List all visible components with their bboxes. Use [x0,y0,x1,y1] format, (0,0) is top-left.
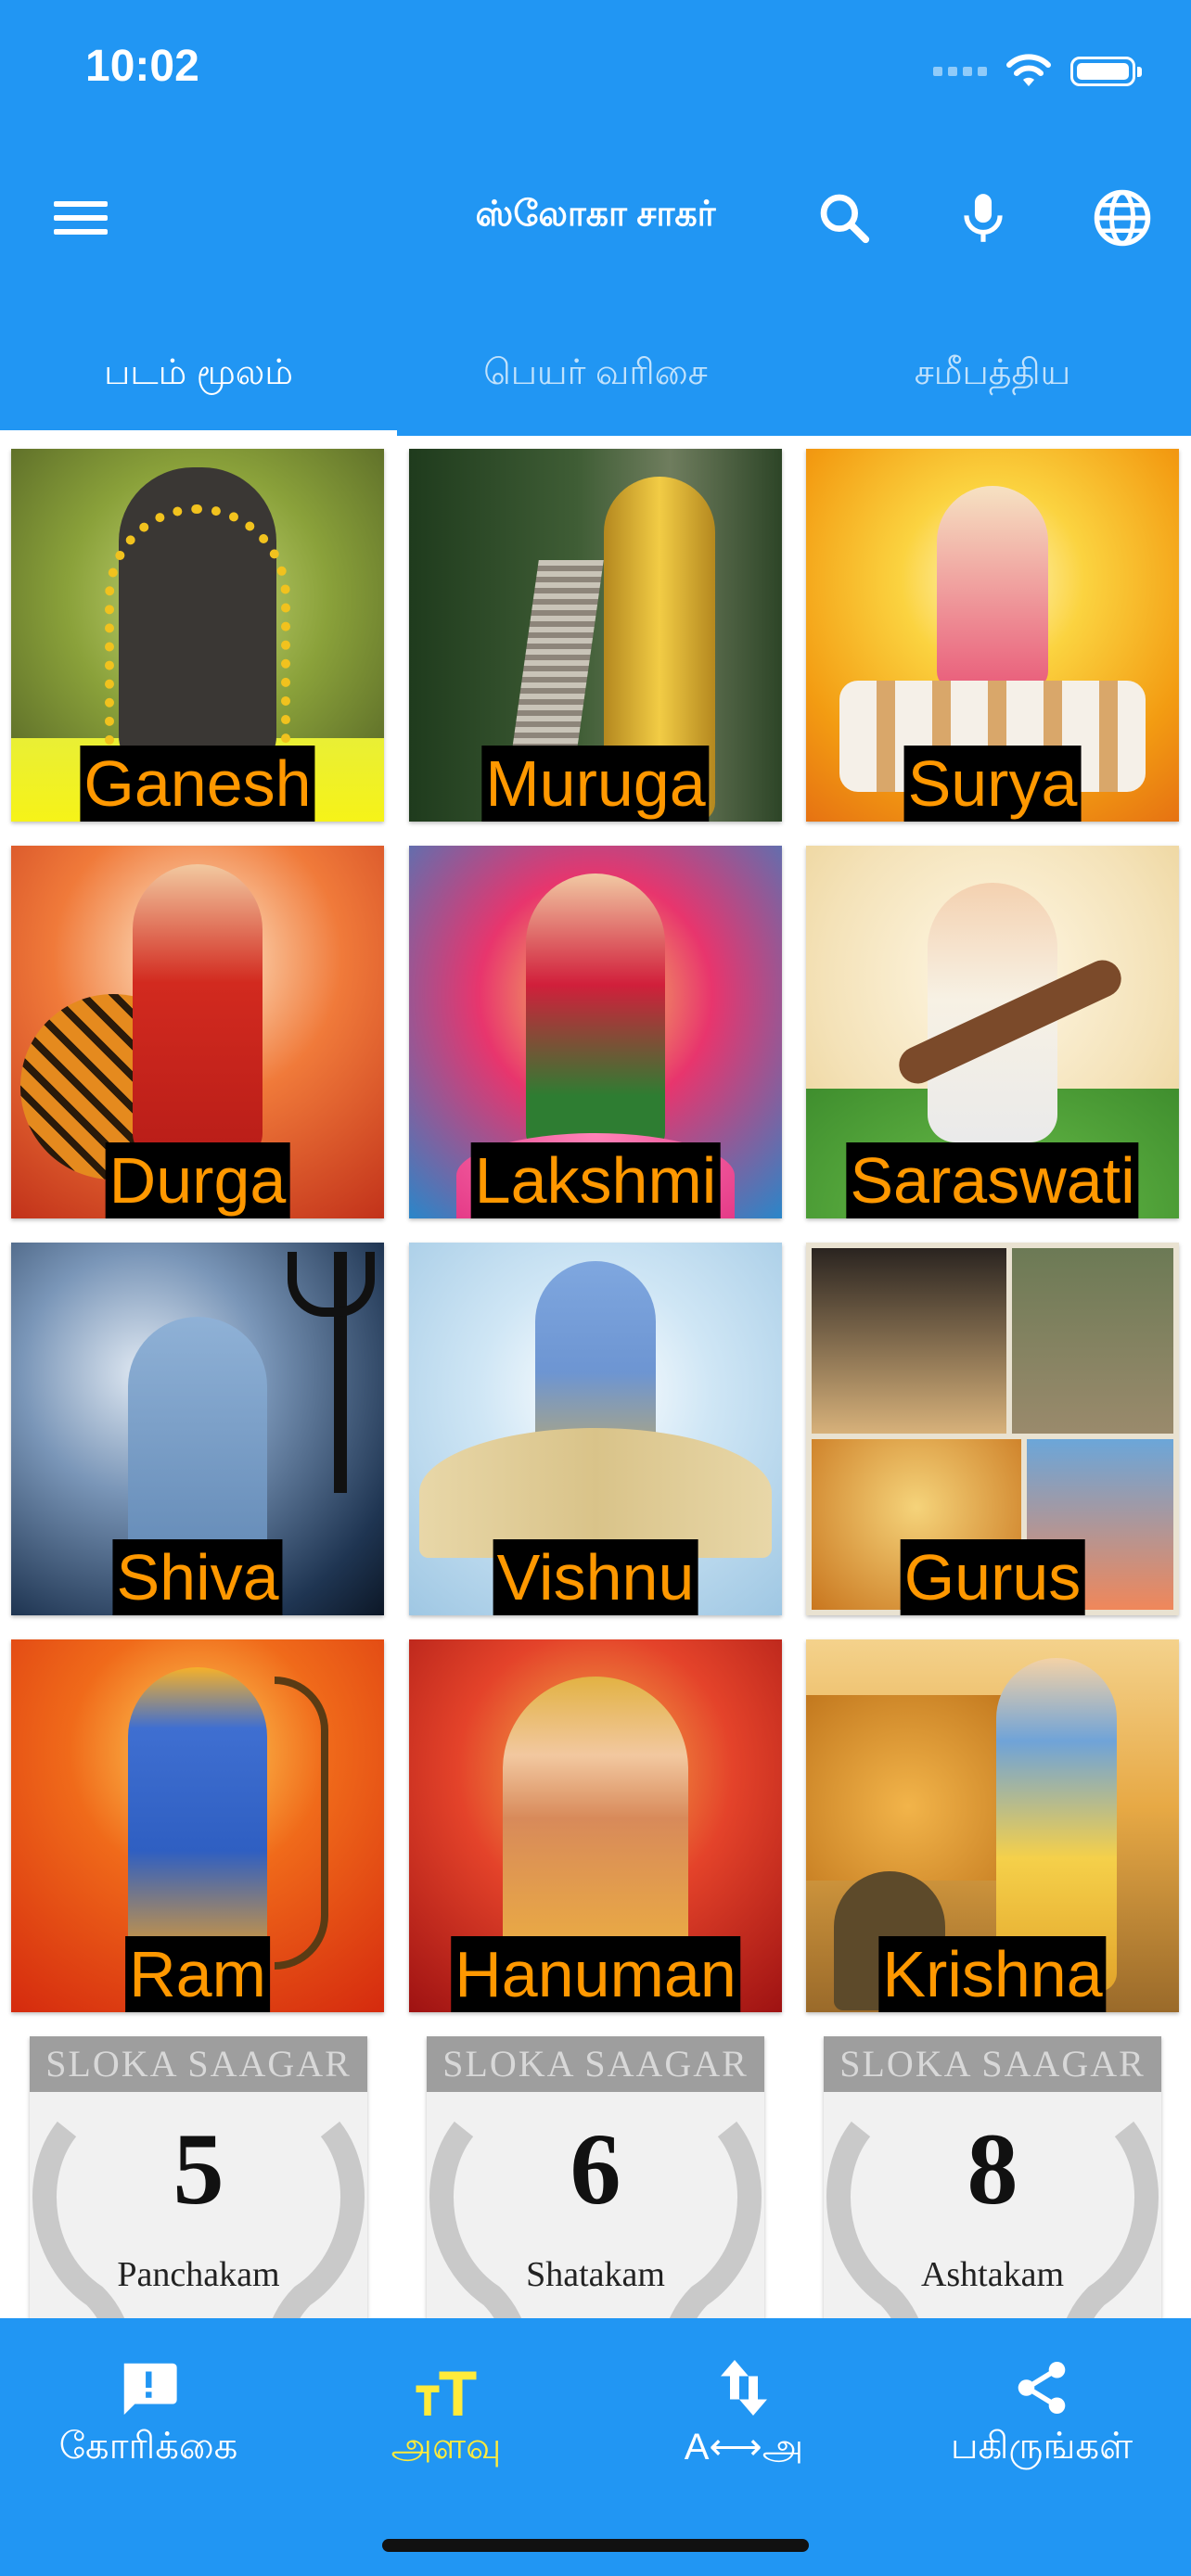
deity-card-ram[interactable]: Ram [11,1639,384,2012]
deity-card-hanuman[interactable]: Hanuman [409,1639,782,2012]
sloka-card-name: Panchakam [117,2255,280,2294]
status-icons [933,48,1142,95]
deity-label: Muruga [481,746,710,822]
deity-card-vishnu[interactable]: Vishnu [409,1243,782,1615]
deity-label: Surya [903,746,1082,822]
deity-label: Vishnu [493,1539,698,1615]
deity-card-muruga[interactable]: Muruga [409,449,782,822]
deity-label: Hanuman [451,1936,740,2012]
nav-label: அளவு [391,2426,502,2467]
search-button[interactable] [812,185,877,250]
deity-label: Saraswati [846,1142,1139,1218]
globe-icon [1094,189,1151,247]
deity-label: Ram [125,1936,270,2012]
sloka-card-ashtakam[interactable]: SLOKA SAAGAR 8 Ashtakam [824,2036,1161,2318]
feedback-icon [123,2363,177,2416]
search-icon [820,194,870,244]
deity-label: Krishna [878,1936,1107,2012]
cellular-signal-icon [933,67,987,76]
deity-card-gurus[interactable]: Gurus [806,1243,1179,1615]
deity-label: Gurus [900,1539,1085,1615]
deity-card-ganesh[interactable]: Ganesh [11,449,384,822]
text-size-icon [416,2371,477,2416]
sloka-card-name: Ashtakam [920,2255,1065,2294]
deity-card-shiva[interactable]: Shiva [11,1243,384,1615]
sloka-card-number: 6 [570,2112,621,2225]
deity-card-surya[interactable]: Surya [806,449,1179,822]
nav-share[interactable]: பகிருங்கள் [893,2346,1190,2472]
status-time: 10:02 [85,42,199,91]
sloka-card-panchakam[interactable]: SLOKA SAAGAR 5 Panchakam [30,2036,367,2318]
nav-request[interactable]: கோரிக்கை [0,2346,297,2472]
share-icon [1018,2361,1066,2415]
voice-search-button[interactable] [951,185,1016,250]
swap-vertical-icon [721,2360,767,2416]
sloka-card-name: Shatakam [526,2255,665,2294]
deity-grid: Ganesh Muruga Surya Durga Lakshmi Sarasw… [0,436,1191,2318]
bottom-navigation: கோரிக்கை அளவு A⟷அ பகிருங்கள் [0,2318,1191,2576]
sloka-card-number: 5 [173,2112,224,2225]
sloka-card-header: SLOKA SAAGAR [824,2036,1161,2092]
tab-bar: படம் மூலம் பெயர் வரிசை சமீபத்திய [0,315,1191,436]
sloka-card-header: SLOKA SAAGAR [427,2036,764,2092]
nav-label: பகிருங்கள் [950,2426,1133,2467]
battery-icon [1070,57,1142,86]
nav-text-size[interactable]: அளவு [298,2346,595,2472]
deity-label: Lakshmi [470,1142,721,1218]
deity-card-durga[interactable]: Durga [11,846,384,1218]
wifi-icon [1006,54,1051,86]
sloka-card-header: SLOKA SAAGAR [30,2036,367,2092]
deity-card-krishna[interactable]: Krishna [806,1639,1179,2012]
deity-card-saraswati[interactable]: Saraswati [806,846,1179,1218]
deity-card-lakshmi[interactable]: Lakshmi [409,846,782,1218]
sloka-card-shatakam[interactable]: SLOKA SAAGAR 6 Shatakam [427,2036,764,2318]
language-button[interactable] [1090,185,1155,250]
microphone-icon [964,194,1003,242]
tab-recent[interactable]: சமீபத்திய [794,315,1191,436]
nav-label: கோரிக்கை [58,2426,238,2467]
deity-label: Shiva [112,1539,283,1615]
sloka-card-number: 8 [967,2112,1018,2225]
nav-transliterate[interactable]: A⟷அ [596,2346,892,2473]
app-bar: 10:02 ஸ்லோகா சாகர் படம் மூலம் பெயர் வரிச… [0,0,1191,436]
tab-by-name[interactable]: பெயர் வரிசை [397,315,794,436]
nav-label: A⟷அ [684,2427,804,2468]
home-indicator[interactable] [382,2539,809,2552]
deity-label: Durga [105,1142,290,1218]
tab-by-image[interactable]: படம் மூலம் [0,315,397,436]
deity-label: Ganesh [80,746,315,822]
